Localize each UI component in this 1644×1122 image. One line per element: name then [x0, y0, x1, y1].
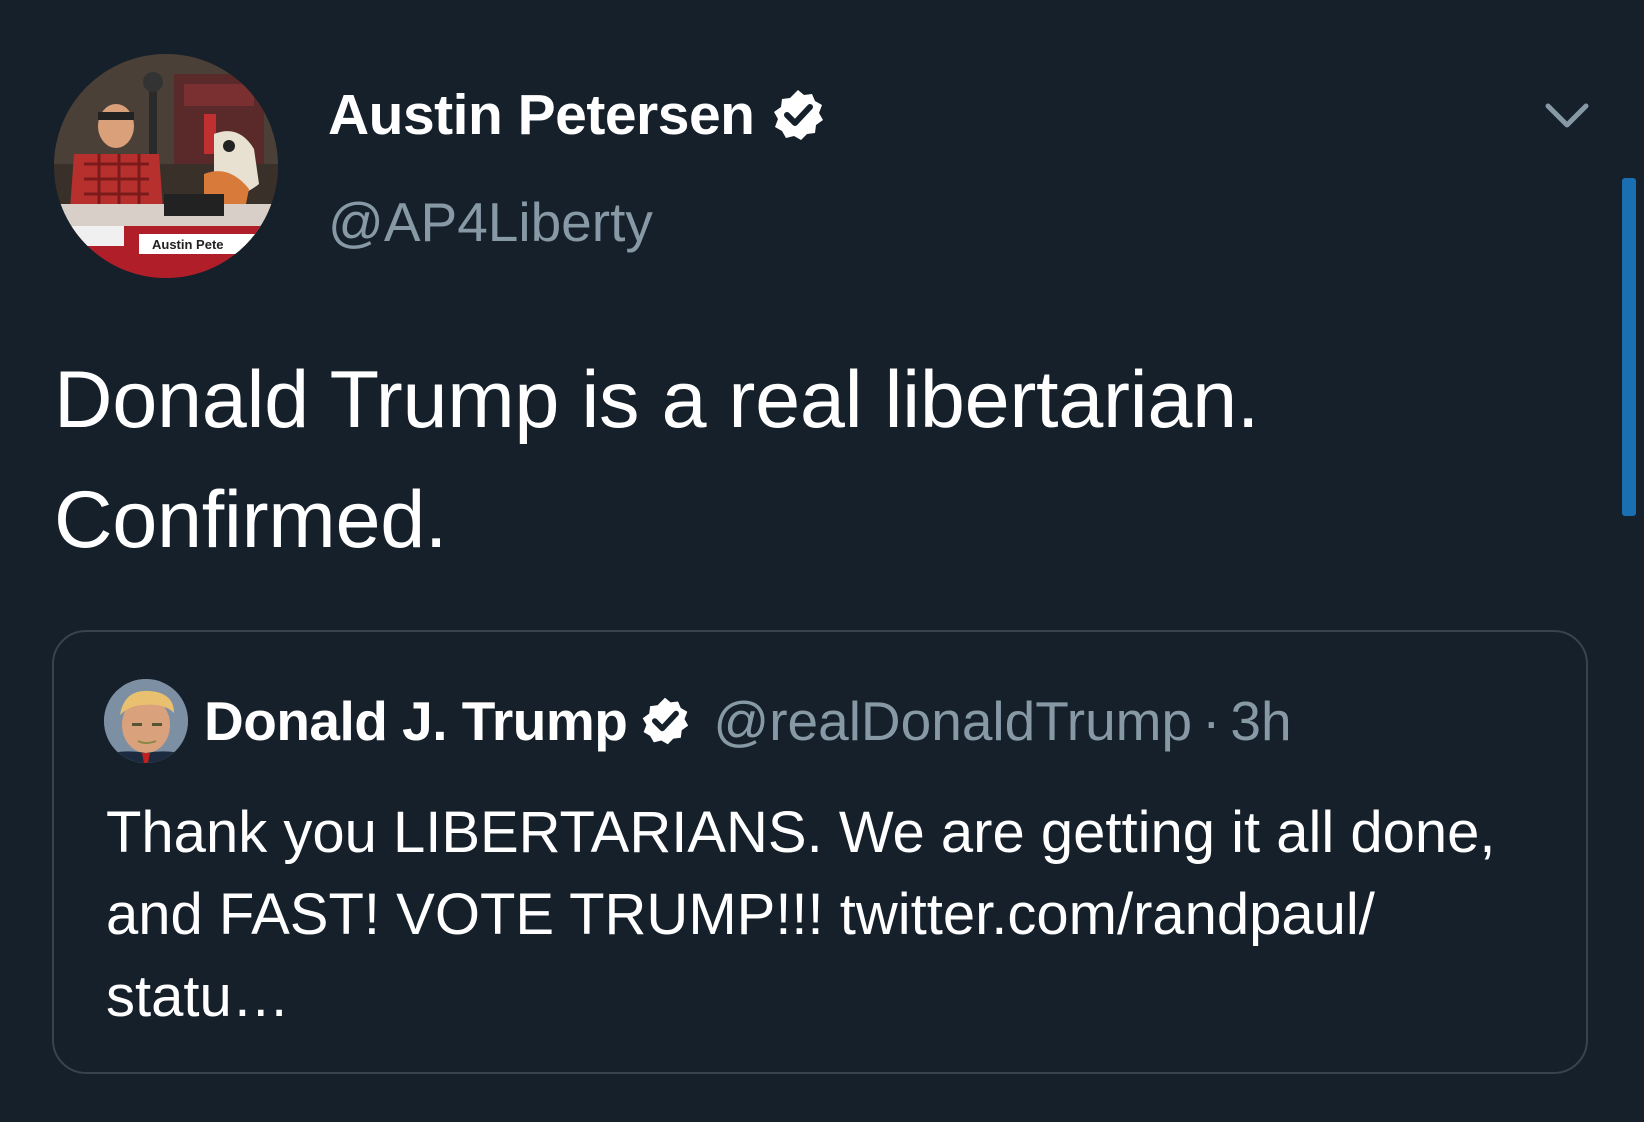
verified-badge-icon [639, 695, 691, 747]
author-display-name[interactable]: Austin Petersen [328, 82, 755, 148]
quoted-author-handle[interactable]: @realDonaldTrump [713, 689, 1192, 753]
tweet-text-line: Donald Trump is a real libertarian. [54, 355, 1260, 445]
quoted-author-avatar-image [104, 679, 188, 763]
quoted-tweet[interactable]: Donald J. Trump @realDonaldTrump · 3h Th… [52, 630, 1588, 1074]
author-handle[interactable]: @AP4Liberty [328, 190, 653, 254]
author-name[interactable]: Austin Petersen [328, 82, 826, 148]
chevron-down-icon [1545, 103, 1589, 128]
tweet-text-line: Confirmed. [54, 475, 448, 565]
quoted-tweet-text: Thank you LIBERTARIANS. We are getting i… [106, 800, 1496, 1029]
author-avatar-image: Austin Pete [54, 54, 278, 278]
separator-dot: · [1202, 690, 1221, 752]
quoted-author-name[interactable]: Donald J. Trump [204, 689, 628, 753]
tweet-text: Donald Trump is a real libertarian. Conf… [54, 340, 1574, 580]
verified-badge-icon [770, 87, 826, 143]
author-avatar[interactable]: Austin Pete [54, 54, 278, 278]
tweet[interactable]: Austin Pete Austin Petersen @AP4Liberty … [0, 0, 1644, 1122]
quoted-tweet-header: Donald J. Trump @realDonaldTrump · 3h [104, 678, 1292, 764]
avatar-caption: Austin Pete [152, 237, 224, 252]
quoted-author-avatar[interactable] [104, 679, 188, 763]
tweet-menu-button[interactable] [1542, 96, 1592, 136]
scrollbar[interactable] [1622, 178, 1636, 516]
quoted-tweet-timestamp[interactable]: 3h [1230, 689, 1291, 753]
